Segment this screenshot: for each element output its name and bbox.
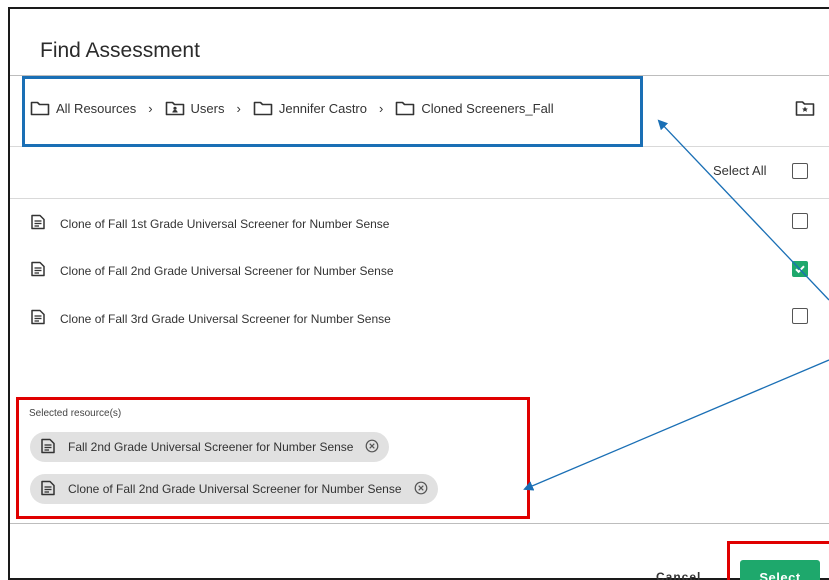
user-folder-icon <box>165 100 185 116</box>
select-button[interactable]: Select <box>740 560 820 580</box>
select-all-checkbox[interactable] <box>792 163 808 179</box>
breadcrumb-separator: › <box>379 100 384 116</box>
selected-chip: Fall 2nd Grade Universal Screener for Nu… <box>30 432 390 462</box>
header-divider <box>10 75 829 76</box>
selected-resources-label: Selected resource(s) <box>29 408 122 419</box>
breadcrumb-item-cloned-screeners-fall[interactable]: Cloned Screeners_Fall <box>395 100 554 116</box>
list-item-label: Clone of Fall 2nd Grade Universal Screen… <box>60 263 394 278</box>
breadcrumb-label: Jennifer Castro <box>278 100 367 116</box>
list-item[interactable]: Clone of Fall 1st Grade Universal Screen… <box>30 214 389 233</box>
folder-icon <box>395 100 415 116</box>
document-icon <box>40 480 56 499</box>
document-icon <box>40 438 56 457</box>
remove-chip-icon[interactable] <box>414 481 428 498</box>
footer-divider <box>10 523 829 524</box>
folder-icon <box>253 100 273 116</box>
new-folder-icon <box>795 101 815 121</box>
breadcrumb-label: All Resources <box>56 100 137 116</box>
list-item[interactable]: Clone of Fall 3rd Grade Universal Screen… <box>30 309 391 328</box>
folder-icon <box>30 100 50 116</box>
document-icon <box>30 214 46 233</box>
list-item[interactable]: Clone of Fall 2nd Grade Universal Screen… <box>30 261 394 280</box>
selected-chip: Clone of Fall 2nd Grade Universal Screen… <box>30 474 438 504</box>
cancel-button[interactable]: Cancel <box>656 570 701 580</box>
list-item-label: Clone of Fall 1st Grade Universal Screen… <box>60 216 390 231</box>
breadcrumb-label: Users <box>190 100 225 116</box>
selected-chip-label: Clone of Fall 2nd Grade Universal Screen… <box>68 482 402 496</box>
dialog-title: Find Assessment <box>40 39 200 62</box>
breadcrumb-label: Cloned Screeners_Fall <box>421 100 554 116</box>
new-folder-button[interactable] <box>795 99 815 122</box>
breadcrumb: All Resources › Users › Jennifer Castro … <box>30 100 554 116</box>
document-icon <box>30 309 46 328</box>
breadcrumb-item-users[interactable]: Users <box>165 100 225 116</box>
list-item-checkbox-checked[interactable] <box>792 261 808 277</box>
breadcrumb-separator: › <box>148 100 153 116</box>
breadcrumb-divider <box>10 146 829 147</box>
select-all-divider <box>10 198 829 199</box>
list-item-label: Clone of Fall 3rd Grade Universal Screen… <box>60 311 391 326</box>
breadcrumb-item-all-resources[interactable]: All Resources <box>30 100 136 116</box>
selected-chip-label: Fall 2nd Grade Universal Screener for Nu… <box>68 440 354 454</box>
breadcrumb-item-jennifer-castro[interactable]: Jennifer Castro <box>253 100 367 116</box>
select-all-label: Select All <box>713 163 767 178</box>
remove-chip-icon[interactable] <box>365 439 379 456</box>
list-item-checkbox[interactable] <box>792 308 808 324</box>
list-item-checkbox[interactable] <box>792 213 808 229</box>
document-icon <box>30 261 46 280</box>
breadcrumb-separator: › <box>236 100 241 116</box>
